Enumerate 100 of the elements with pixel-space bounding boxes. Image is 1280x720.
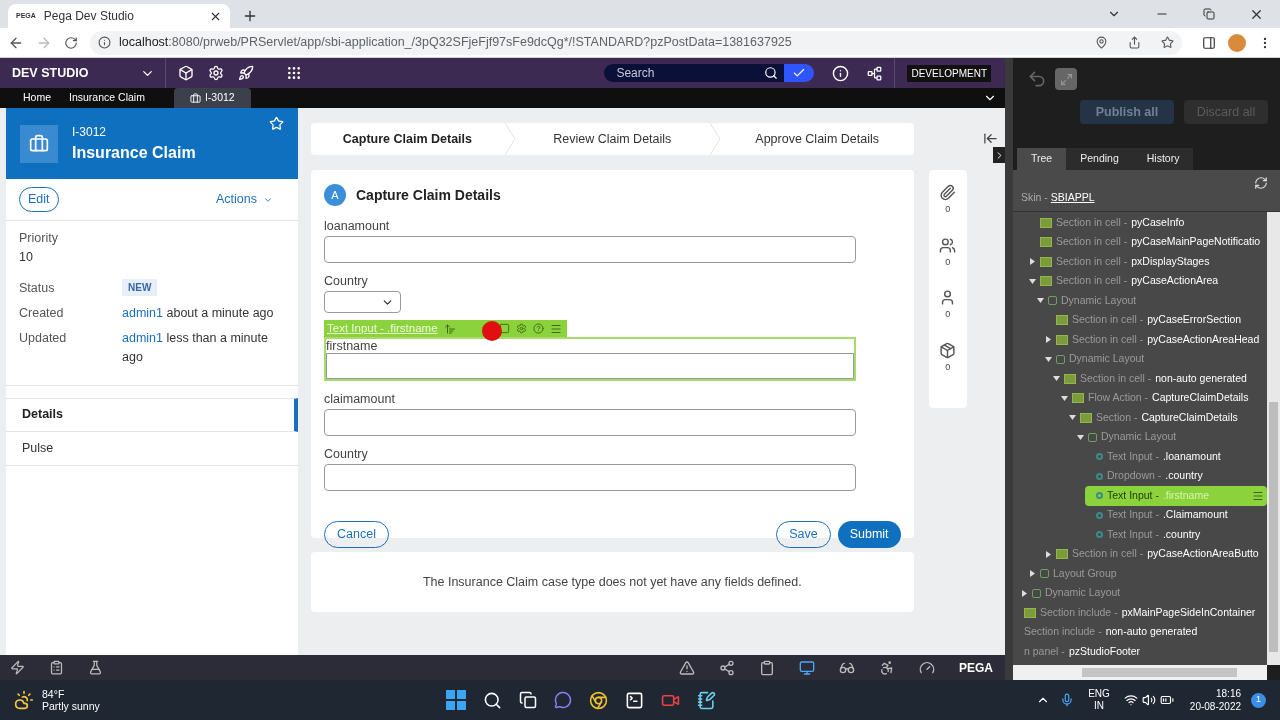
collapsed-arrow-icon[interactable] [1029, 258, 1036, 266]
stage-tab[interactable]: Review Claim Details [515, 129, 709, 149]
collapsed-arrow-icon[interactable] [1021, 589, 1028, 597]
check-toggle[interactable] [784, 64, 815, 82]
work-tab[interactable]: I-3012 [173, 88, 251, 108]
battery-icon[interactable] [1159, 693, 1174, 707]
apps-grid-icon[interactable] [286, 65, 302, 81]
undo-icon[interactable] [1027, 69, 1047, 89]
tree-item[interactable]: Section - CaptureClaimDetails [1069, 408, 1267, 428]
text-field[interactable] [324, 236, 856, 263]
panel-tab[interactable]: Tree [1017, 148, 1067, 170]
tree-item[interactable]: Section in cell - non-auto generated [1053, 369, 1267, 389]
tree-item[interactable]: Section in cell - pyCaseMainPageNotificatio [1029, 232, 1267, 252]
reload-icon[interactable] [64, 35, 78, 50]
wifi-icon[interactable] [1123, 693, 1138, 707]
new-tab-icon[interactable] [242, 8, 258, 24]
star-icon[interactable] [269, 116, 284, 131]
move-up-icon[interactable] [443, 322, 456, 335]
side-panel-icon[interactable] [1202, 35, 1216, 50]
expanded-arrow-icon[interactable] [1045, 355, 1052, 363]
people-icon[interactable] [939, 236, 957, 254]
submit-button[interactable]: Submit [837, 521, 901, 548]
collapse-icon[interactable] [982, 131, 998, 146]
nav-item[interactable]: Pulse [6, 431, 298, 466]
stage-tab[interactable]: Capture Claim Details [311, 129, 504, 149]
tree-item[interactable]: Section in cell - pyCaseActionAreaButto [1045, 544, 1267, 564]
collapsed-arrow-icon[interactable] [1029, 570, 1036, 578]
tree-item[interactable]: Section include - pxMainPageSideInContainer [1013, 603, 1267, 623]
terminal-icon[interactable] [625, 690, 645, 710]
text-field[interactable] [326, 353, 854, 379]
volume-icon[interactable] [1141, 693, 1156, 707]
expanded-arrow-icon[interactable] [1077, 433, 1084, 441]
monitor-icon[interactable] [799, 659, 815, 676]
share-icon[interactable] [1128, 36, 1141, 49]
tree-item[interactable]: n panel - pzStudioFooter [1013, 642, 1267, 662]
expand-button[interactable] [1055, 68, 1077, 90]
tree-item[interactable]: Flow Action - CaptureClaimDetails [1061, 388, 1267, 408]
expanded-arrow-icon[interactable] [1053, 375, 1060, 383]
tree-item[interactable]: Section in cell - pxDisplayStages [1029, 252, 1267, 272]
tree-item[interactable]: Section in cell - pyCaseInfo [1029, 213, 1267, 233]
location-icon[interactable] [1095, 36, 1108, 49]
panel-tab[interactable]: Pending [1066, 148, 1133, 170]
square-icon[interactable] [498, 323, 510, 334]
collapsed-arrow-icon[interactable] [1045, 336, 1052, 344]
nav-item[interactable]: Details [6, 397, 298, 432]
flask-icon[interactable] [88, 660, 103, 675]
restore-icon[interactable] [1203, 8, 1215, 20]
share-icon[interactable] [719, 659, 735, 676]
tree-item[interactable]: Section include - non-auto generated [1013, 622, 1267, 642]
section-icon [1040, 256, 1052, 267]
expanded-arrow-icon[interactable] [1069, 414, 1076, 422]
info-icon[interactable] [98, 36, 111, 49]
microphone-icon[interactable] [1060, 693, 1075, 707]
collapsed-arrow-icon[interactable] [1045, 550, 1052, 558]
expand-tab[interactable] [993, 147, 1005, 163]
start-icon[interactable] [446, 690, 467, 710]
tree-item[interactable]: Section in cell - pyCaseErrorSection [1045, 310, 1267, 330]
actions-menu-button[interactable]: Actions [216, 190, 273, 209]
text-field[interactable] [324, 464, 856, 491]
lightning-icon[interactable] [10, 660, 25, 675]
tree-item[interactable]: Text Input - .country [1085, 525, 1267, 545]
tree-item[interactable]: Section in cell - pyCaseActionAreaHead [1045, 330, 1267, 350]
tree-item[interactable]: Dropdown - .country [1085, 466, 1267, 486]
refresh-icon[interactable] [1254, 176, 1268, 190]
tree-item[interactable]: Text Input - .loanamount [1085, 447, 1267, 467]
bookmark-icon[interactable] [1161, 36, 1174, 49]
warning-icon[interactable] [679, 659, 695, 676]
work-tab[interactable]: Insurance Claim [60, 88, 154, 108]
expanded-arrow-icon[interactable] [1061, 394, 1068, 402]
panel-tab[interactable]: History [1132, 148, 1194, 170]
tree-item[interactable]: Text Input - .Claimamount [1085, 505, 1267, 525]
weather-icon[interactable] [14, 690, 34, 710]
task-view-icon[interactable] [519, 691, 538, 709]
text-field[interactable] [324, 409, 856, 436]
notepad-icon[interactable] [697, 690, 717, 710]
cube-icon[interactable] [178, 65, 194, 81]
paperclip-icon[interactable] [939, 184, 957, 201]
clipboard-icon[interactable] [759, 659, 775, 676]
chat-icon[interactable] [554, 691, 573, 709]
search-field[interactable]: Search [604, 64, 785, 82]
hierarchy-icon[interactable] [867, 65, 883, 81]
dropdown-field[interactable] [324, 291, 401, 313]
rocket-icon[interactable] [238, 65, 254, 81]
stage-tab[interactable]: Approve Claim Details [720, 129, 914, 149]
expanded-arrow-icon[interactable] [1037, 297, 1044, 305]
work-tab[interactable]: Home [14, 88, 60, 108]
browser-icon[interactable] [589, 690, 609, 710]
node-type: Section in cell - [1072, 312, 1144, 328]
bag-icon[interactable] [939, 341, 957, 359]
clipboard-icon[interactable] [49, 660, 64, 675]
expanded-arrow-icon[interactable] [1029, 277, 1036, 285]
gauge-icon[interactable] [919, 659, 935, 676]
accessibility-icon[interactable] [879, 659, 895, 676]
tree-item[interactable]: Text Input - .firstname [1085, 486, 1267, 506]
section-icon [1080, 412, 1092, 423]
profile-avatar[interactable] [1228, 33, 1246, 52]
search-icon[interactable] [764, 66, 779, 80]
search-icon[interactable] [483, 690, 503, 710]
tree-item[interactable]: Section in cell - pyCaseActionArea [1029, 271, 1267, 291]
address-bar[interactable]: localhost:8080/prweb/PRServlet/app/sbi-application_/3pQ32SFjeFjf97sFe9dcQg*/!STANDARD?pzPostData=1381637925 [90, 30, 1182, 55]
